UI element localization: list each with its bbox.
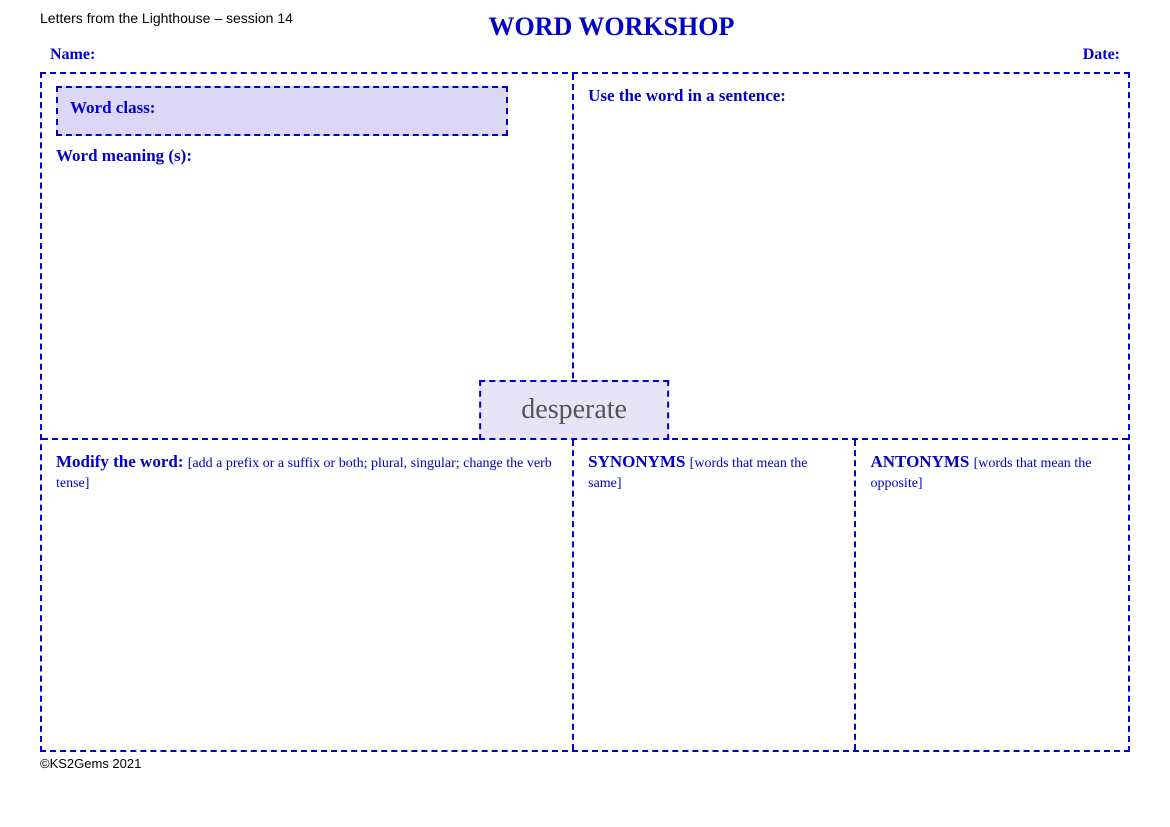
word-meaning-label: Word meaning (s): bbox=[56, 146, 558, 166]
top-section: Word class: Word meaning (s): Use the wo… bbox=[42, 74, 1128, 440]
bottom-section: Modify the word: [add a prefix or a suff… bbox=[42, 440, 1128, 750]
footer: ©KS2Gems 2021 bbox=[40, 756, 1130, 771]
name-label: Name: bbox=[50, 46, 95, 64]
word-class-label: Word class: bbox=[70, 98, 155, 117]
synonyms-bold: SYNONYMS bbox=[588, 452, 685, 471]
word-class-box[interactable]: Word class: bbox=[56, 86, 508, 136]
sentence-label: Use the word in a sentence: bbox=[588, 86, 1114, 106]
session-label: Letters from the Lighthouse – session 14 bbox=[40, 10, 293, 26]
word-card: desperate bbox=[479, 380, 669, 440]
synonyms-panel: SYNONYMS [words that mean the same] bbox=[574, 440, 856, 750]
copyright-label: ©KS2Gems 2021 bbox=[40, 756, 141, 771]
word-card-container: desperate bbox=[479, 380, 669, 440]
modify-bold: Modify the word: bbox=[56, 452, 183, 471]
antonyms-label: ANTONYMS [words that mean the opposite] bbox=[870, 452, 1114, 492]
name-date-row: Name: Date: bbox=[40, 46, 1130, 64]
main-title: WORD WORKSHOP bbox=[293, 12, 930, 42]
word-text: desperate bbox=[521, 394, 627, 425]
date-label: Date: bbox=[1083, 46, 1120, 64]
modify-panel: Modify the word: [add a prefix or a suff… bbox=[42, 440, 574, 750]
page: Letters from the Lighthouse – session 14… bbox=[0, 0, 1170, 827]
antonyms-bold: ANTONYMS bbox=[870, 452, 969, 471]
synonyms-label: SYNONYMS [words that mean the same] bbox=[588, 452, 840, 492]
antonyms-panel: ANTONYMS [words that mean the opposite] bbox=[856, 440, 1128, 750]
outer-container: Word class: Word meaning (s): Use the wo… bbox=[40, 72, 1130, 752]
modify-label: Modify the word: [add a prefix or a suff… bbox=[56, 452, 558, 492]
header: Letters from the Lighthouse – session 14… bbox=[40, 10, 1130, 42]
word-meaning-section: Word meaning (s): bbox=[56, 146, 558, 166]
